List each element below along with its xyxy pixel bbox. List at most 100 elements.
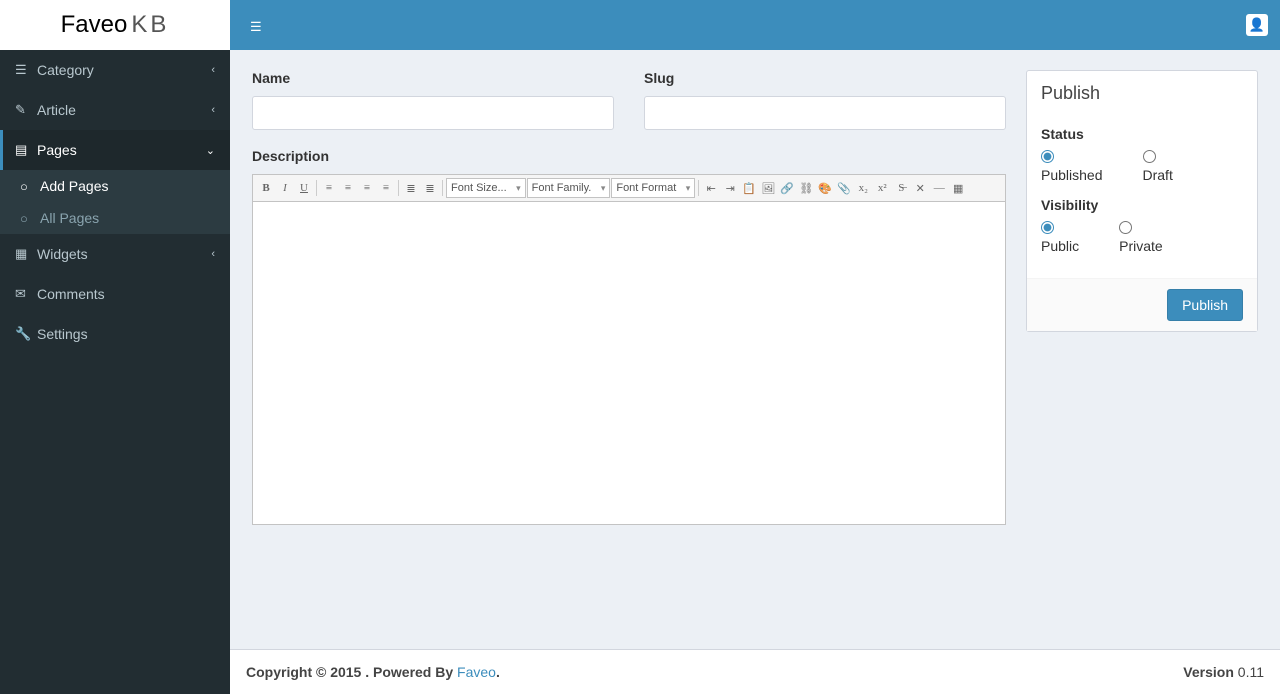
chevron-down-icon: ⌄: [206, 144, 215, 157]
paste-button[interactable]: 📋: [740, 179, 758, 197]
ordered-list-button[interactable]: ≣: [402, 179, 420, 197]
name-group: Name: [252, 70, 614, 130]
separator: [698, 180, 699, 196]
form-column: Name Slug Description B I U: [252, 70, 1006, 525]
content: Name Slug Description B I U: [230, 50, 1280, 545]
unordered-list-button[interactable]: ≣: [421, 179, 439, 197]
rich-text-editor: B I U ≡ ≡ ≡ ≡ ≣ ≣ Font Size..: [252, 174, 1006, 525]
bold-button[interactable]: B: [257, 179, 275, 197]
footer-copyright: Copyright © 2015 . Powered By Faveo.: [246, 664, 500, 680]
main-header: Faveo KB ☰ 👤: [0, 0, 1280, 50]
editor-body[interactable]: [253, 202, 1005, 524]
file-icon: ▤: [15, 142, 27, 158]
publish-box: Publish Status Published Draft: [1026, 70, 1258, 332]
publish-title: Publish: [1027, 71, 1257, 116]
hr-button[interactable]: —: [930, 179, 948, 197]
chevron-left-icon: ‹: [211, 104, 215, 116]
content-wrapper: Name Slug Description B I U: [230, 0, 1280, 644]
subscript-button[interactable]: x₂: [854, 179, 872, 197]
description-group: Description B I U ≡ ≡ ≡ ≡ ≣: [252, 148, 1006, 525]
status-draft-radio[interactable]: [1143, 150, 1156, 163]
slug-group: Slug: [644, 70, 1006, 130]
font-size-label: Font Size...: [451, 182, 507, 194]
indent-button[interactable]: ⇥: [721, 179, 739, 197]
underline-button[interactable]: U: [295, 179, 313, 197]
outdent-button[interactable]: ⇤: [702, 179, 720, 197]
chevron-left-icon: ‹: [211, 248, 215, 260]
navbar-right: 👤: [1246, 14, 1268, 36]
footer-pre: Copyright © 2015 . Powered By: [246, 664, 457, 680]
user-icon: 👤: [1249, 17, 1265, 33]
attach-button[interactable]: 📎: [835, 179, 853, 197]
slug-input[interactable]: [644, 96, 1006, 130]
align-center-button[interactable]: ≡: [339, 179, 357, 197]
align-right-button[interactable]: ≡: [358, 179, 376, 197]
version-label: Version: [1183, 664, 1234, 680]
footer-version: Version 0.11: [1183, 664, 1264, 680]
user-avatar[interactable]: 👤: [1246, 14, 1268, 36]
visibility-private-label: Private: [1119, 238, 1163, 254]
font-family-select[interactable]: Font Family.: [527, 178, 611, 198]
link-button[interactable]: 🔗: [778, 179, 796, 197]
status-draft-label: Draft: [1143, 167, 1173, 183]
main-sidebar: ☰ Category ‹ ✎ Article ‹ ▤ Pages ⌄ ○: [0, 50, 230, 694]
sidebar-item-widgets[interactable]: ▦ Widgets ‹: [0, 234, 230, 274]
wrench-icon: 🔧: [15, 326, 31, 342]
description-label: Description: [252, 148, 1006, 164]
edit-icon: ✎: [15, 102, 26, 118]
sidebar-item-comments[interactable]: ✉ Comments: [0, 274, 230, 314]
separator: [398, 180, 399, 196]
font-family-label: Font Family.: [532, 182, 592, 194]
status-published-label: Published: [1041, 167, 1103, 183]
sidebar-item-category[interactable]: ☰ Category ‹: [0, 50, 230, 90]
sidebar-subitem-add-pages[interactable]: ○ Add Pages: [0, 170, 230, 202]
sidebar-item-settings[interactable]: 🔧 Settings: [0, 314, 230, 354]
separator: [316, 180, 317, 196]
top-navbar: ☰ 👤: [230, 0, 1280, 50]
sidebar-item-label: Pages: [37, 142, 206, 158]
align-justify-button[interactable]: ≡: [377, 179, 395, 197]
image-button[interactable]: 🖼: [759, 179, 777, 197]
source-button[interactable]: ▦: [949, 179, 967, 197]
font-size-select[interactable]: Font Size...: [446, 178, 526, 198]
visibility-label: Visibility: [1041, 197, 1243, 213]
circle-icon: ○: [20, 179, 28, 194]
sidebar-item-label: Article: [37, 102, 211, 118]
list-icon: ☰: [15, 62, 27, 78]
sidebar-subitem-label: Add Pages: [40, 178, 109, 194]
status-published-radio[interactable]: [1041, 150, 1054, 163]
publish-column: Publish Status Published Draft: [1026, 70, 1258, 525]
logo[interactable]: Faveo KB: [0, 0, 230, 50]
footer-brand-link[interactable]: Faveo: [457, 664, 496, 680]
clear-format-button[interactable]: ✕: [911, 179, 929, 197]
sidebar-item-label: Category: [37, 62, 211, 78]
sidebar-item-pages[interactable]: ▤ Pages ⌄ ○ Add Pages ○ All Pages: [0, 130, 230, 234]
separator: [442, 180, 443, 196]
sidebar-subitem-label: All Pages: [40, 210, 99, 226]
footer-post: .: [496, 664, 500, 680]
sidebar-item-label: Settings: [37, 326, 215, 342]
font-format-select[interactable]: Font Format: [611, 178, 695, 198]
visibility-public-radio[interactable]: [1041, 221, 1054, 234]
unlink-button[interactable]: ⛓: [797, 179, 815, 197]
visibility-private-radio[interactable]: [1119, 221, 1132, 234]
logo-suffix: KB: [131, 11, 169, 39]
color-button[interactable]: 🎨: [816, 179, 834, 197]
sidebar-toggle-button[interactable]: ☰: [242, 11, 270, 40]
hamburger-icon: ☰: [250, 19, 262, 34]
slug-label: Slug: [644, 70, 1006, 86]
grid-icon: ▦: [15, 246, 27, 262]
name-input[interactable]: [252, 96, 614, 130]
italic-button[interactable]: I: [276, 179, 294, 197]
publish-button[interactable]: Publish: [1167, 289, 1243, 321]
visibility-public-label: Public: [1041, 238, 1079, 254]
align-left-button[interactable]: ≡: [320, 179, 338, 197]
sidebar-subitem-all-pages[interactable]: ○ All Pages: [0, 202, 230, 234]
sidebar-item-label: Widgets: [37, 246, 211, 262]
chevron-left-icon: ‹: [211, 64, 215, 76]
circle-icon: ○: [20, 211, 28, 226]
logo-main: Faveo: [61, 11, 128, 39]
strikethrough-button[interactable]: S̶: [892, 179, 910, 197]
sidebar-item-article[interactable]: ✎ Article ‹: [0, 90, 230, 130]
superscript-button[interactable]: x²: [873, 179, 891, 197]
